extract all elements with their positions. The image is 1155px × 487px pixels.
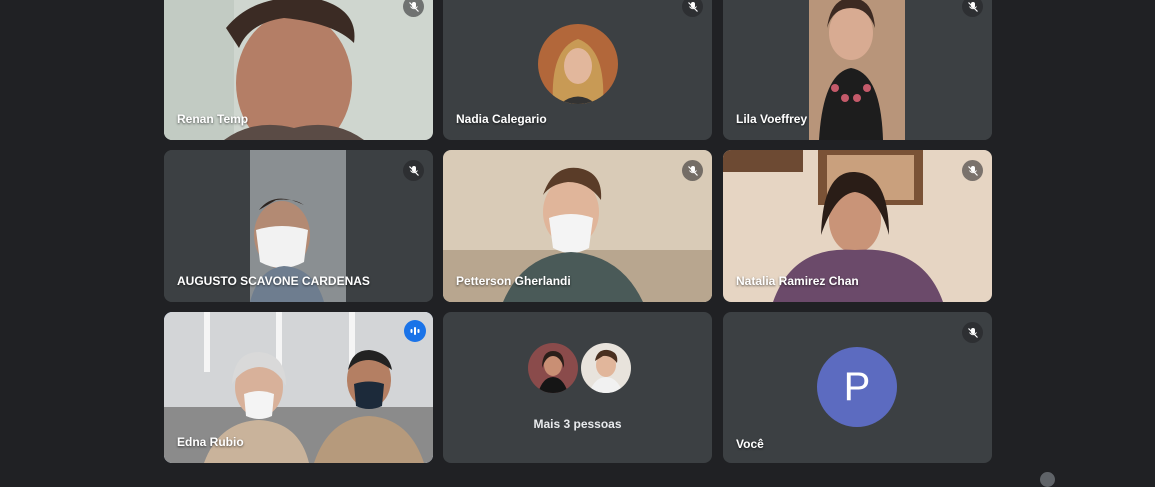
participant-tile-nadia-calegario[interactable]: Nadia Calegario: [443, 0, 712, 140]
participant-name: Natalia Ramirez Chan: [736, 274, 859, 288]
participant-tile-lila-voeffrey[interactable]: Lila Voeffrey: [723, 0, 992, 140]
participant-tile-renan-temp[interactable]: Renan Temp: [164, 0, 433, 140]
participant-name: Petterson Gherlandi: [456, 274, 571, 288]
participant-name: Você: [736, 437, 764, 451]
avatar: [581, 343, 631, 393]
participant-name: Renan Temp: [177, 112, 249, 126]
mic-off-icon: [403, 160, 424, 181]
avatar: P: [817, 347, 897, 427]
participant-name: Nadia Calegario: [456, 112, 547, 126]
participant-name: Lila Voeffrey: [736, 112, 808, 126]
avatar: [528, 343, 578, 393]
participant-name: Edna Rubio: [177, 435, 244, 449]
participant-tile-self[interactable]: P Você: [723, 312, 992, 463]
mic-off-icon: [962, 160, 983, 181]
mic-off-icon: [962, 322, 983, 343]
participant-tile-petterson-gherlandi[interactable]: Petterson Gherlandi: [443, 150, 712, 302]
more-participants-tile[interactable]: Mais 3 pessoas: [443, 312, 712, 463]
participant-tile-edna-rubio[interactable]: Edna Rubio: [164, 312, 433, 463]
participant-tile-augusto-scavone-cardenas[interactable]: AUGUSTO SCAVONE CARDENAS: [164, 150, 433, 302]
audio-level-icon: [404, 320, 426, 342]
mic-off-icon: [682, 160, 703, 181]
participant-tile-natalia-ramirez-chan[interactable]: Natalia Ramirez Chan: [723, 150, 992, 302]
more-participants-label: Mais 3 pessoas: [533, 417, 622, 431]
participant-name: AUGUSTO SCAVONE CARDENAS: [177, 274, 370, 288]
mic-off-icon: [682, 0, 703, 17]
avatar: [538, 24, 618, 104]
